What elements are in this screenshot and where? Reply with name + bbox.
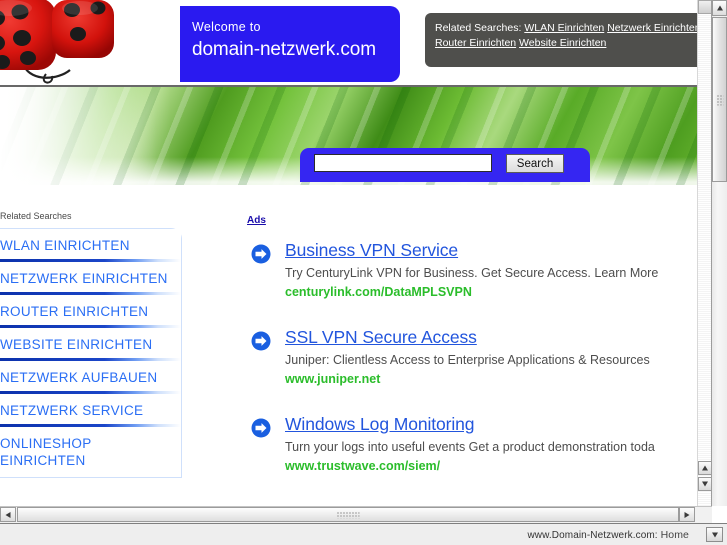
- site-domain-title: domain-netzwerk.com: [192, 39, 376, 60]
- sidebar-item-netzwerk-einrichten[interactable]: NETZWERK EINRICHTEN: [0, 262, 181, 295]
- sidebar-item-wlan-einrichten[interactable]: WLAN EINRICHTEN: [0, 229, 181, 262]
- window-scroll-up-button[interactable]: [712, 0, 727, 16]
- chevron-down-icon: [702, 481, 708, 487]
- scrollbar-grip-icon: [716, 94, 723, 105]
- ad-display-url: centurylink.com/DataMPLSVPN: [285, 285, 472, 299]
- status-bar: www.Domain-Netzwerk.com: Home: [0, 523, 727, 545]
- chevron-down-icon: [711, 532, 718, 537]
- search-input[interactable]: [314, 154, 492, 172]
- header-related-link-netzwerk-einrichten[interactable]: Netzwerk Einrichten: [607, 22, 700, 34]
- sidebar-item-label: WLAN EINRICHTEN: [0, 238, 130, 253]
- ad-title-link[interactable]: Business VPN Service: [285, 240, 458, 261]
- header-related-link-website-einrichten[interactable]: Website Einrichten: [519, 37, 606, 49]
- search-panel: Search: [300, 148, 590, 182]
- arrow-right-circle-icon: [251, 244, 271, 264]
- window-horizontal-scrollbar[interactable]: [0, 506, 712, 523]
- welcome-subtitle: Welcome to: [192, 20, 261, 34]
- site-banner: Welcome to domain-netzwerk.com Related S…: [0, 0, 712, 190]
- ad-item: Business VPN Service Try CenturyLink VPN…: [247, 240, 707, 301]
- content-vertical-scrollbar[interactable]: [697, 0, 712, 506]
- ads-column: Ads Business VPN Service Try CenturyLink…: [247, 210, 707, 501]
- sidebar-item-label: NETZWERK SERVICE: [0, 403, 144, 418]
- sidebar-title: Related Searches: [0, 211, 72, 221]
- search-button[interactable]: Search: [506, 154, 564, 173]
- ad-description: Try CenturyLink VPN for Business. Get Se…: [285, 266, 659, 280]
- fuzzy-dice-logo: [0, 0, 152, 88]
- ad-display-url: www.trustwave.com/siem/: [285, 459, 441, 473]
- sidebar-item-router-einrichten[interactable]: ROUTER EINRICHTEN: [0, 295, 181, 328]
- browser-viewport: Welcome to domain-netzwerk.com Related S…: [0, 0, 727, 545]
- window-scroll-left-button[interactable]: [0, 507, 16, 522]
- sidebar-item-onlineshop-einrichten[interactable]: ONLINESHOP EINRICHTEN: [0, 427, 181, 477]
- welcome-box: Welcome to domain-netzwerk.com: [180, 6, 400, 82]
- sidebar-item-netzwerk-aufbauen[interactable]: NETZWERK AUFBAUEN: [0, 361, 181, 394]
- header-related-searches-label: Related Searches:: [435, 22, 522, 34]
- sidebar-item-website-einrichten[interactable]: WEBSITE EINRICHTEN: [0, 328, 181, 361]
- window-vertical-scrollbar[interactable]: [711, 0, 727, 506]
- status-bar-text: www.Domain-Netzwerk.com: Home: [527, 529, 689, 541]
- ad-display-url: www.juniper.net: [285, 372, 381, 386]
- header-related-link-wlan-einrichten[interactable]: WLAN Einrichten: [524, 22, 604, 34]
- chevron-up-icon: [702, 465, 708, 471]
- arrow-right-circle-icon: [251, 331, 271, 351]
- chevron-left-icon: [5, 511, 11, 518]
- chevron-right-icon: [684, 511, 690, 518]
- window-vertical-scrollbar-thumb[interactable]: [712, 17, 727, 182]
- header-related-searches-box: Related Searches: WLAN Einrichten Netzwe…: [425, 13, 712, 67]
- status-bar-site: www.Domain-Netzwerk.com:: [527, 530, 658, 541]
- scrollbar-grip-icon: [336, 511, 360, 518]
- ad-title-link[interactable]: Windows Log Monitoring: [285, 414, 475, 435]
- sidebar-item-label: ONLINESHOP EINRICHTEN: [0, 436, 92, 468]
- arrow-right-circle-icon: [251, 418, 271, 438]
- window-horizontal-scrollbar-thumb[interactable]: [17, 507, 679, 522]
- page-content: Welcome to domain-netzwerk.com Related S…: [0, 0, 712, 506]
- ads-label-link[interactable]: Ads: [247, 215, 266, 226]
- sidebar-item-netzwerk-service[interactable]: NETZWERK SERVICE: [0, 394, 181, 427]
- status-bar-dropdown-button[interactable]: [706, 527, 723, 542]
- ad-description: Turn your logs into useful events Get a …: [285, 440, 655, 454]
- header-related-link-router-einrichten[interactable]: Router Einrichten: [435, 37, 516, 49]
- body-area: Related Searches WLAN EINRICHTEN NETZWER…: [0, 190, 712, 506]
- sidebar-item-label: NETZWERK AUFBAUEN: [0, 370, 158, 385]
- ad-item: Windows Log Monitoring Turn your logs in…: [247, 414, 707, 475]
- content-scroll-down-button[interactable]: [698, 477, 712, 491]
- ad-title-link[interactable]: SSL VPN Secure Access: [285, 327, 477, 348]
- content-scroll-up-button[interactable]: [698, 461, 712, 475]
- sidebar-item-label: NETZWERK EINRICHTEN: [0, 271, 168, 286]
- sidebar-item-label: WEBSITE EINRICHTEN: [0, 337, 153, 352]
- window-scroll-right-button[interactable]: [679, 507, 695, 522]
- sidebar-list: WLAN EINRICHTEN NETZWERK EINRICHTEN ROUT…: [0, 228, 182, 478]
- status-bar-page: Home: [660, 529, 689, 541]
- ad-item: SSL VPN Secure Access Juniper: Clientles…: [247, 327, 707, 388]
- content-scrollbar-thumb[interactable]: [698, 0, 712, 14]
- sidebar-item-label: ROUTER EINRICHTEN: [0, 304, 149, 319]
- chevron-up-icon: [716, 5, 723, 11]
- ad-description: Juniper: Clientless Access to Enterprise…: [285, 353, 650, 367]
